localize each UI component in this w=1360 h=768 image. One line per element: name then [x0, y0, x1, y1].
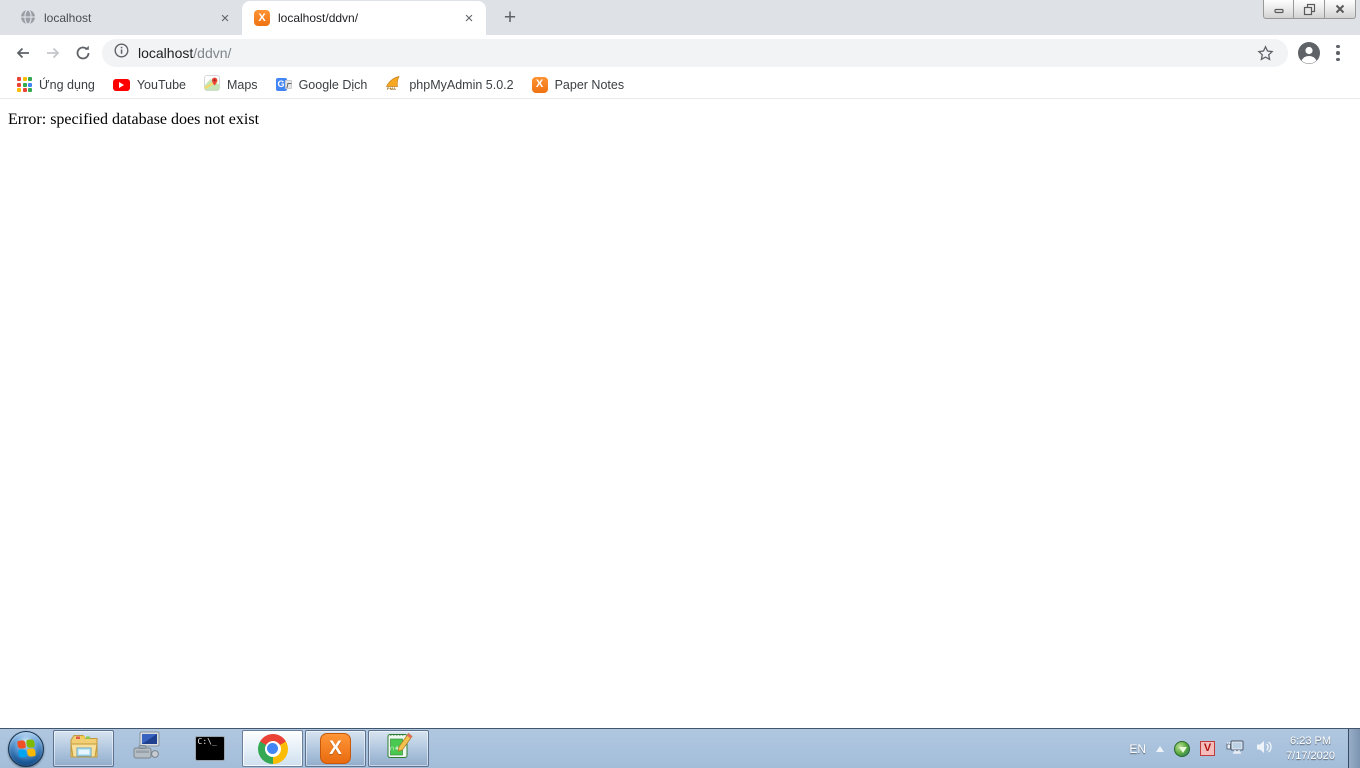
- profile-avatar[interactable]: [1294, 38, 1324, 68]
- restore-button[interactable]: [1294, 0, 1325, 19]
- clock[interactable]: 6:23 PM 7/17/2020: [1286, 734, 1335, 763]
- minimize-button[interactable]: [1263, 0, 1294, 19]
- show-hidden-icons-arrow[interactable]: [1156, 746, 1164, 752]
- bookmark-youtube[interactable]: YouTube: [104, 73, 195, 97]
- tab-title: localhost: [44, 11, 208, 25]
- tab-title: localhost/ddvn/: [278, 11, 452, 25]
- phpmyadmin-icon: PMA: [385, 75, 402, 94]
- tray-date: 7/17/2020: [1286, 749, 1335, 764]
- window-controls: [1263, 0, 1356, 19]
- forward-button[interactable]: [38, 38, 68, 68]
- back-button[interactable]: [8, 38, 38, 68]
- youtube-icon: [113, 79, 130, 91]
- svg-text:PMA: PMA: [387, 86, 396, 91]
- command-prompt-icon: C:\_: [195, 736, 225, 761]
- address-bar[interactable]: localhost/ddvn/: [102, 39, 1288, 67]
- tab-strip: localhost × X localhost/ddvn/ × +: [0, 0, 1360, 35]
- url-host: localhost: [138, 45, 193, 61]
- bookmark-label: Google Dịch: [299, 78, 368, 92]
- system-tray: EN V 6:23 PM 7/1: [1129, 729, 1360, 768]
- bookmark-label: Paper Notes: [555, 78, 624, 92]
- bookmark-label: Ứng dụng: [39, 78, 95, 92]
- taskbar-google-chrome[interactable]: [242, 730, 303, 767]
- bookmark-label: Maps: [227, 78, 258, 92]
- close-tab-icon[interactable]: ×: [460, 9, 478, 27]
- computer-toolbox-icon: [131, 731, 163, 766]
- reload-button[interactable]: [68, 38, 98, 68]
- close-tab-icon[interactable]: ×: [216, 9, 234, 27]
- browser-toolbar: localhost/ddvn/: [0, 35, 1360, 71]
- tray-time: 6:23 PM: [1286, 734, 1335, 749]
- bookmark-phpmyadmin[interactable]: PMA phpMyAdmin 5.0.2: [376, 73, 522, 97]
- google-translate-icon: G: [276, 77, 292, 93]
- taskbar-windows-explorer[interactable]: [53, 730, 114, 767]
- url-path: /ddvn/: [193, 45, 231, 61]
- taskbar-xampp[interactable]: X: [305, 730, 366, 767]
- volume-tray-icon[interactable]: [1255, 739, 1273, 758]
- bookmark-apps[interactable]: Ứng dụng: [8, 73, 104, 97]
- apps-grid-icon: [17, 77, 32, 92]
- taskbar-command-prompt[interactable]: C:\_: [179, 730, 240, 767]
- bookmark-paper-notes[interactable]: X Paper Notes: [523, 73, 633, 97]
- url-text: localhost/ddvn/: [138, 45, 231, 61]
- desktop-screen: localhost × X localhost/ddvn/ × +: [0, 0, 1360, 768]
- idm-tray-icon[interactable]: [1174, 741, 1190, 757]
- folder-icon: [68, 731, 100, 766]
- chrome-icon: [258, 734, 288, 764]
- xampp-icon: X: [254, 10, 270, 26]
- new-tab-button[interactable]: +: [497, 6, 523, 30]
- globe-icon: [20, 9, 36, 28]
- show-desktop-button[interactable]: [1348, 729, 1360, 768]
- tab-localhost[interactable]: localhost ×: [8, 1, 242, 35]
- google-maps-icon: [204, 75, 220, 94]
- bookmark-label: YouTube: [137, 78, 186, 92]
- bookmark-maps[interactable]: Maps: [195, 73, 267, 97]
- taskbar-notepad-plus-plus[interactable]: ∩++: [368, 730, 429, 767]
- page-info-icon[interactable]: [114, 43, 129, 63]
- bookmark-label: phpMyAdmin 5.0.2: [409, 78, 513, 92]
- page-content: Error: specified database does not exist: [0, 99, 1360, 728]
- windows-logo-icon: [8, 731, 44, 767]
- bookmark-google-translate[interactable]: G Google Dịch: [267, 73, 377, 97]
- taskbar-computer[interactable]: [116, 730, 177, 767]
- taskbar: C:\_ X ∩++ EN V: [0, 728, 1360, 768]
- xampp-icon: X: [532, 77, 548, 93]
- notepad-plus-plus-icon: ∩++: [384, 731, 414, 766]
- browser-window: localhost × X localhost/ddvn/ × +: [0, 0, 1360, 728]
- chrome-menu-icon[interactable]: [1324, 38, 1352, 68]
- network-tray-icon[interactable]: [1225, 738, 1245, 759]
- xampp-icon: X: [320, 733, 351, 764]
- start-button[interactable]: [0, 729, 52, 768]
- v-antivirus-tray-icon[interactable]: V: [1200, 741, 1215, 756]
- error-message: Error: specified database does not exist: [0, 99, 1360, 141]
- tab-localhost-ddvn[interactable]: X localhost/ddvn/ ×: [242, 1, 486, 35]
- bookmark-star-icon[interactable]: [1254, 42, 1276, 64]
- bookmarks-bar: Ứng dụng YouTube Maps: [0, 71, 1360, 99]
- language-indicator[interactable]: EN: [1129, 742, 1146, 756]
- close-window-button[interactable]: [1325, 0, 1356, 19]
